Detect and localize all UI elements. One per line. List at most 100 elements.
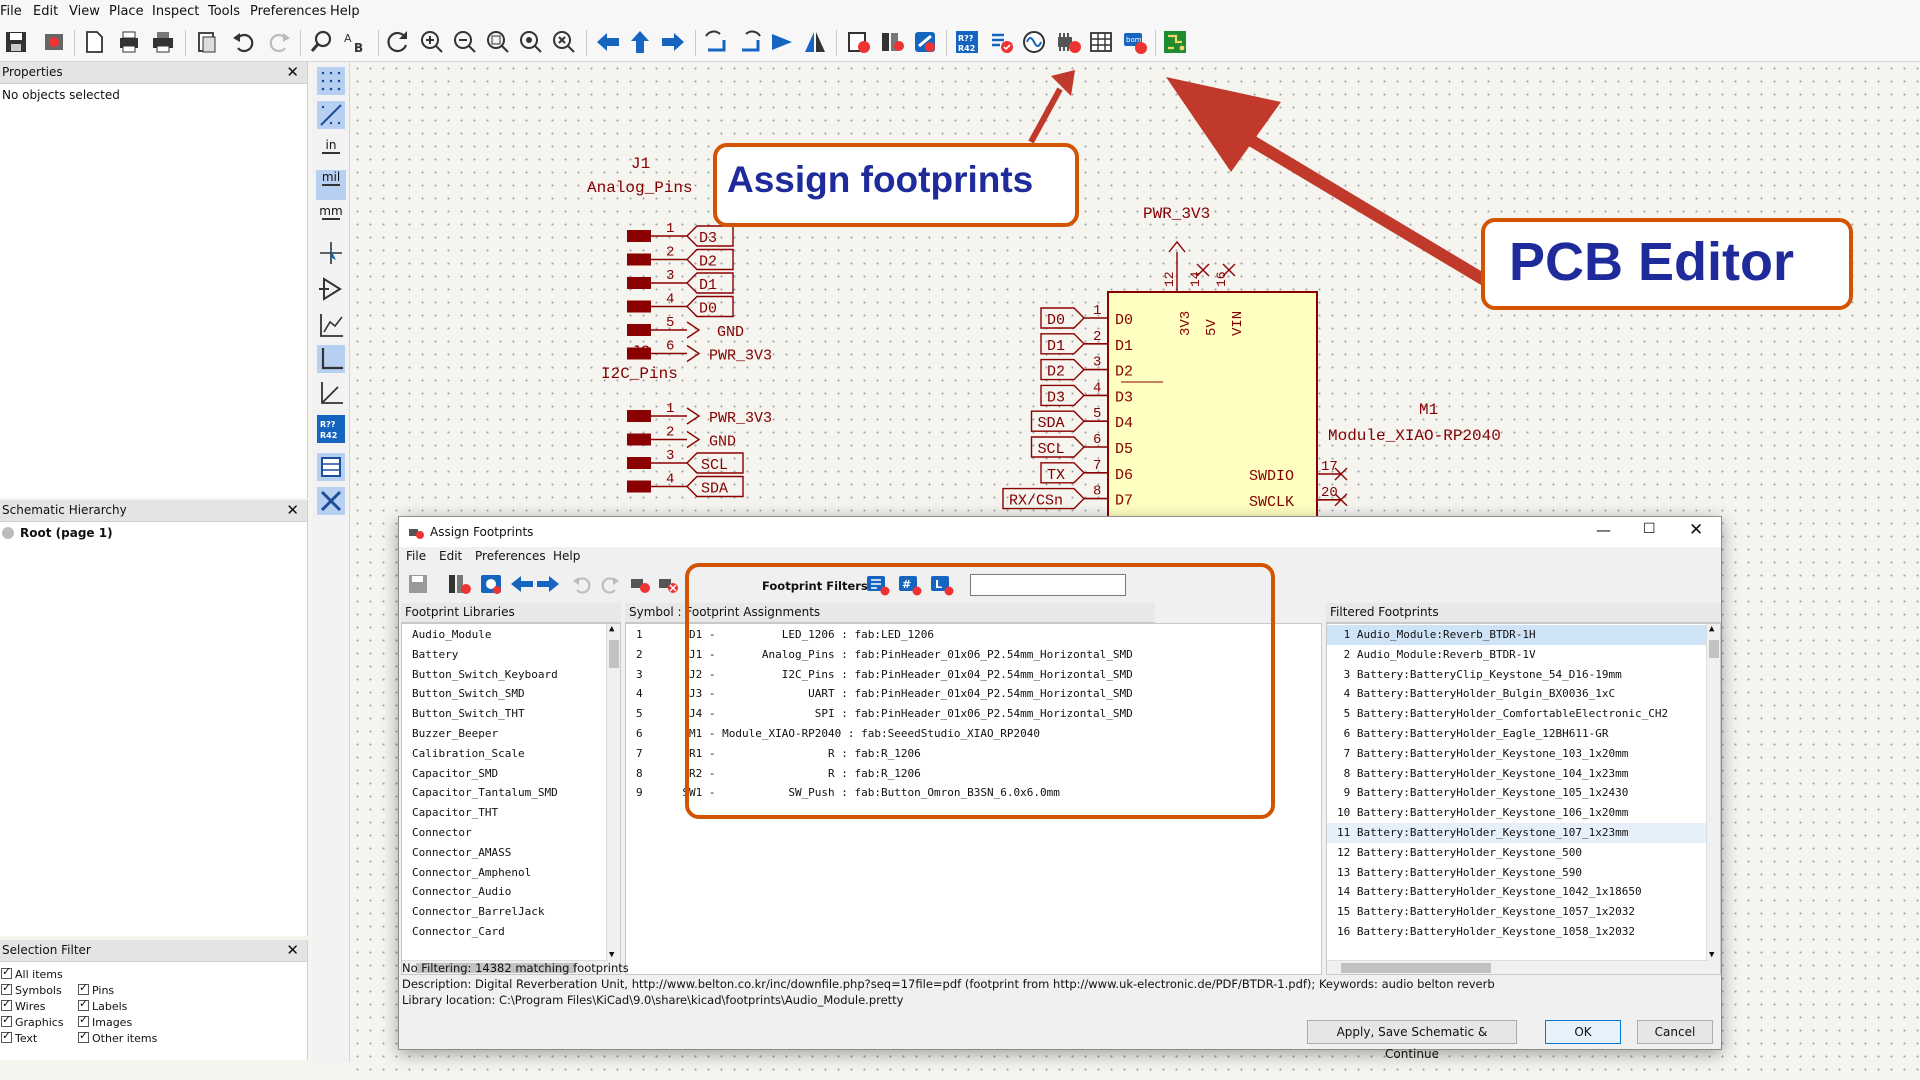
library-manager-icon[interactable] [447, 573, 471, 595]
next-icon[interactable] [535, 573, 561, 595]
chevron-up-icon[interactable]: ▲ [1709, 624, 1714, 634]
filter-text[interactable]: Text [1, 1029, 37, 1045]
library-list-item[interactable]: Connector_Card [402, 922, 620, 942]
menu-tools[interactable]: Tools [208, 4, 240, 19]
filtered-footprint-item[interactable]: 13 Battery:BatteryHolder_Keystone_590 [1327, 863, 1720, 883]
filter-by-pin-count-icon[interactable]: # [897, 574, 923, 596]
fields-table-icon[interactable] [1087, 28, 1115, 56]
ok-button[interactable]: OK [1545, 1020, 1621, 1044]
assignment-row[interactable]: 2 J1 - Analog_Pins : fab:PinHeader_01x06… [626, 645, 1321, 665]
close-icon[interactable]: ✕ [1689, 520, 1703, 540]
checkbox-icon[interactable] [1, 997, 12, 1011]
menu-inspect[interactable]: Inspect [152, 4, 199, 19]
hierarchy-root[interactable]: Root (page 1) [0, 522, 307, 544]
hidden-pins-icon[interactable] [316, 310, 346, 340]
filtered-footprint-item[interactable]: 1 Audio_Module:Reverb_BTDR-1H [1327, 625, 1720, 645]
menu-help[interactable]: Help [330, 4, 360, 19]
filtered-footprint-item[interactable]: 16 Battery:BatteryHolder_Keystone_1058_1… [1327, 922, 1720, 942]
filtered-footprint-item[interactable]: 11 Battery:BatteryHolder_Keystone_107_1x… [1327, 822, 1720, 843]
apply-save-continue-button[interactable]: Apply, Save Schematic & Continue [1307, 1020, 1517, 1061]
grid-icon[interactable] [316, 66, 346, 96]
save-icon[interactable] [2, 28, 30, 56]
chevron-down-icon[interactable]: ▼ [609, 950, 614, 960]
footprint-viewer-icon[interactable] [479, 573, 503, 595]
menu-place[interactable]: Place [109, 4, 144, 19]
undo-icon[interactable] [571, 573, 593, 595]
library-list-item[interactable]: Button_Switch_THT [402, 704, 620, 724]
close-icon[interactable]: ✕ [286, 63, 299, 81]
print-icon[interactable] [115, 28, 143, 56]
library-list-item[interactable]: Connector_BarrelJack [402, 902, 620, 922]
filtered-footprint-item[interactable]: 6 Battery:BatteryHolder_Eagle_12BH611-GR [1327, 724, 1720, 744]
library-list-item[interactable]: Connector [402, 823, 620, 843]
panel-toggle-icon[interactable] [316, 452, 346, 482]
library-list-item[interactable]: Calibration_Scale [402, 744, 620, 764]
redo-icon[interactable] [265, 28, 293, 56]
annotation-toggle-icon[interactable]: R?? R42 [316, 414, 346, 444]
library-list-item[interactable]: Capacitor_SMD [402, 764, 620, 784]
minimize-icon[interactable]: — [1596, 521, 1611, 539]
assignment-row[interactable]: 5 J4 - SPI : fab:PinHeader_01x06_P2.54mm… [626, 704, 1321, 724]
assignment-row[interactable]: 4 J3 - UART : fab:PinHeader_01x04_P2.54m… [626, 684, 1321, 704]
assign-footprints-icon[interactable] [1054, 28, 1082, 56]
navigate-back-icon[interactable] [594, 28, 622, 56]
maximize-icon[interactable]: ☐ [1643, 521, 1656, 537]
assignment-row[interactable]: 7 R1 - R : fab:R_1206 [626, 744, 1321, 764]
assignment-row[interactable]: 8 R2 - R : fab:R_1206 [626, 764, 1321, 784]
refresh-icon[interactable] [384, 28, 412, 56]
erc-icon[interactable] [987, 28, 1015, 56]
filter-by-library-icon[interactable]: L [929, 574, 955, 596]
units-inches-button[interactable]: in [316, 138, 346, 168]
filtered-footprint-item[interactable]: 4 Battery:BatteryHolder_Bulgin_BX0036_1x… [1327, 684, 1720, 704]
symbol-editor-icon[interactable] [844, 28, 872, 56]
filtered-footprint-item[interactable]: 12 Battery:BatteryHolder_Keystone_500 [1327, 843, 1720, 863]
pcb-editor-icon[interactable] [1161, 28, 1189, 56]
filter-images[interactable]: Images [78, 1013, 132, 1029]
zoom-fit-icon[interactable] [484, 28, 512, 56]
filtered-footprint-item[interactable]: 8 Battery:BatteryHolder_Keystone_104_1x2… [1327, 764, 1720, 784]
filtered-footprint-item[interactable]: 9 Battery:BatteryHolder_Keystone_105_1x2… [1327, 783, 1720, 803]
library-list-item[interactable]: Capacitor_THT [402, 803, 620, 823]
checkbox-icon[interactable] [1, 981, 12, 995]
paste-icon[interactable] [193, 28, 221, 56]
library-list-item[interactable]: Connector_AMASS [402, 843, 620, 863]
library-list-item[interactable]: Audio_Module [402, 625, 620, 645]
annotate-r42-icon[interactable]: R??R42 [953, 28, 981, 56]
symbol-footprint-assignments-list[interactable]: 1 D1 - LED_1206 : fab:LED_1206 2 J1 - Ana… [625, 623, 1322, 975]
filtered-footprint-item[interactable]: 10 Battery:BatteryHolder_Keystone_106_1x… [1327, 803, 1720, 823]
filter-symbols[interactable]: Symbols [1, 981, 62, 997]
checkbox-icon[interactable] [1, 965, 12, 979]
checkbox-icon[interactable] [78, 981, 89, 995]
mirror-vertical-icon[interactable] [801, 28, 829, 56]
checkbox-icon[interactable] [78, 997, 89, 1011]
dialog-menu-file[interactable]: File [406, 549, 426, 563]
horizontal-scrollbar[interactable] [1327, 960, 1708, 974]
symbol-browser-icon[interactable] [878, 28, 906, 56]
annotate-icon[interactable] [911, 28, 939, 56]
filter-wires[interactable]: Wires [1, 997, 45, 1013]
close-icon[interactable]: ✕ [286, 941, 299, 959]
redo-icon[interactable] [599, 573, 621, 595]
checkbox-icon[interactable] [1, 1029, 12, 1043]
footprint-libraries-list[interactable]: Audio_Module Battery Button_Switch_Keyboar… [401, 623, 621, 975]
save-icon[interactable] [407, 573, 429, 595]
library-list-item[interactable]: Battery [402, 645, 620, 665]
filter-pins[interactable]: Pins [78, 981, 114, 997]
library-list-item[interactable]: Button_Switch_SMD [402, 684, 620, 704]
new-page-icon[interactable] [80, 28, 108, 56]
cursor-icon[interactable] [316, 238, 346, 268]
simulator-icon[interactable] [1020, 28, 1048, 56]
library-list-item[interactable]: Button_Switch_Keyboard [402, 665, 620, 685]
checkbox-icon[interactable] [78, 1013, 89, 1027]
navigate-forward-icon[interactable] [659, 28, 687, 56]
zoom-objects-icon[interactable] [517, 28, 545, 56]
filter-labels[interactable]: Labels [78, 997, 127, 1013]
filtered-footprint-item[interactable]: 5 Battery:BatteryHolder_ComfortableElect… [1327, 704, 1720, 724]
plot-icon[interactable] [149, 28, 177, 56]
library-list-item[interactable]: Capacitor_Tantalum_SMD [402, 783, 620, 803]
zoom-in-icon[interactable] [418, 28, 446, 56]
footprint-filter-input[interactable] [970, 574, 1126, 596]
scrollbar-thumb[interactable] [1341, 963, 1491, 973]
cancel-button[interactable]: Cancel [1637, 1020, 1713, 1044]
delete-associations-icon[interactable] [657, 573, 681, 595]
